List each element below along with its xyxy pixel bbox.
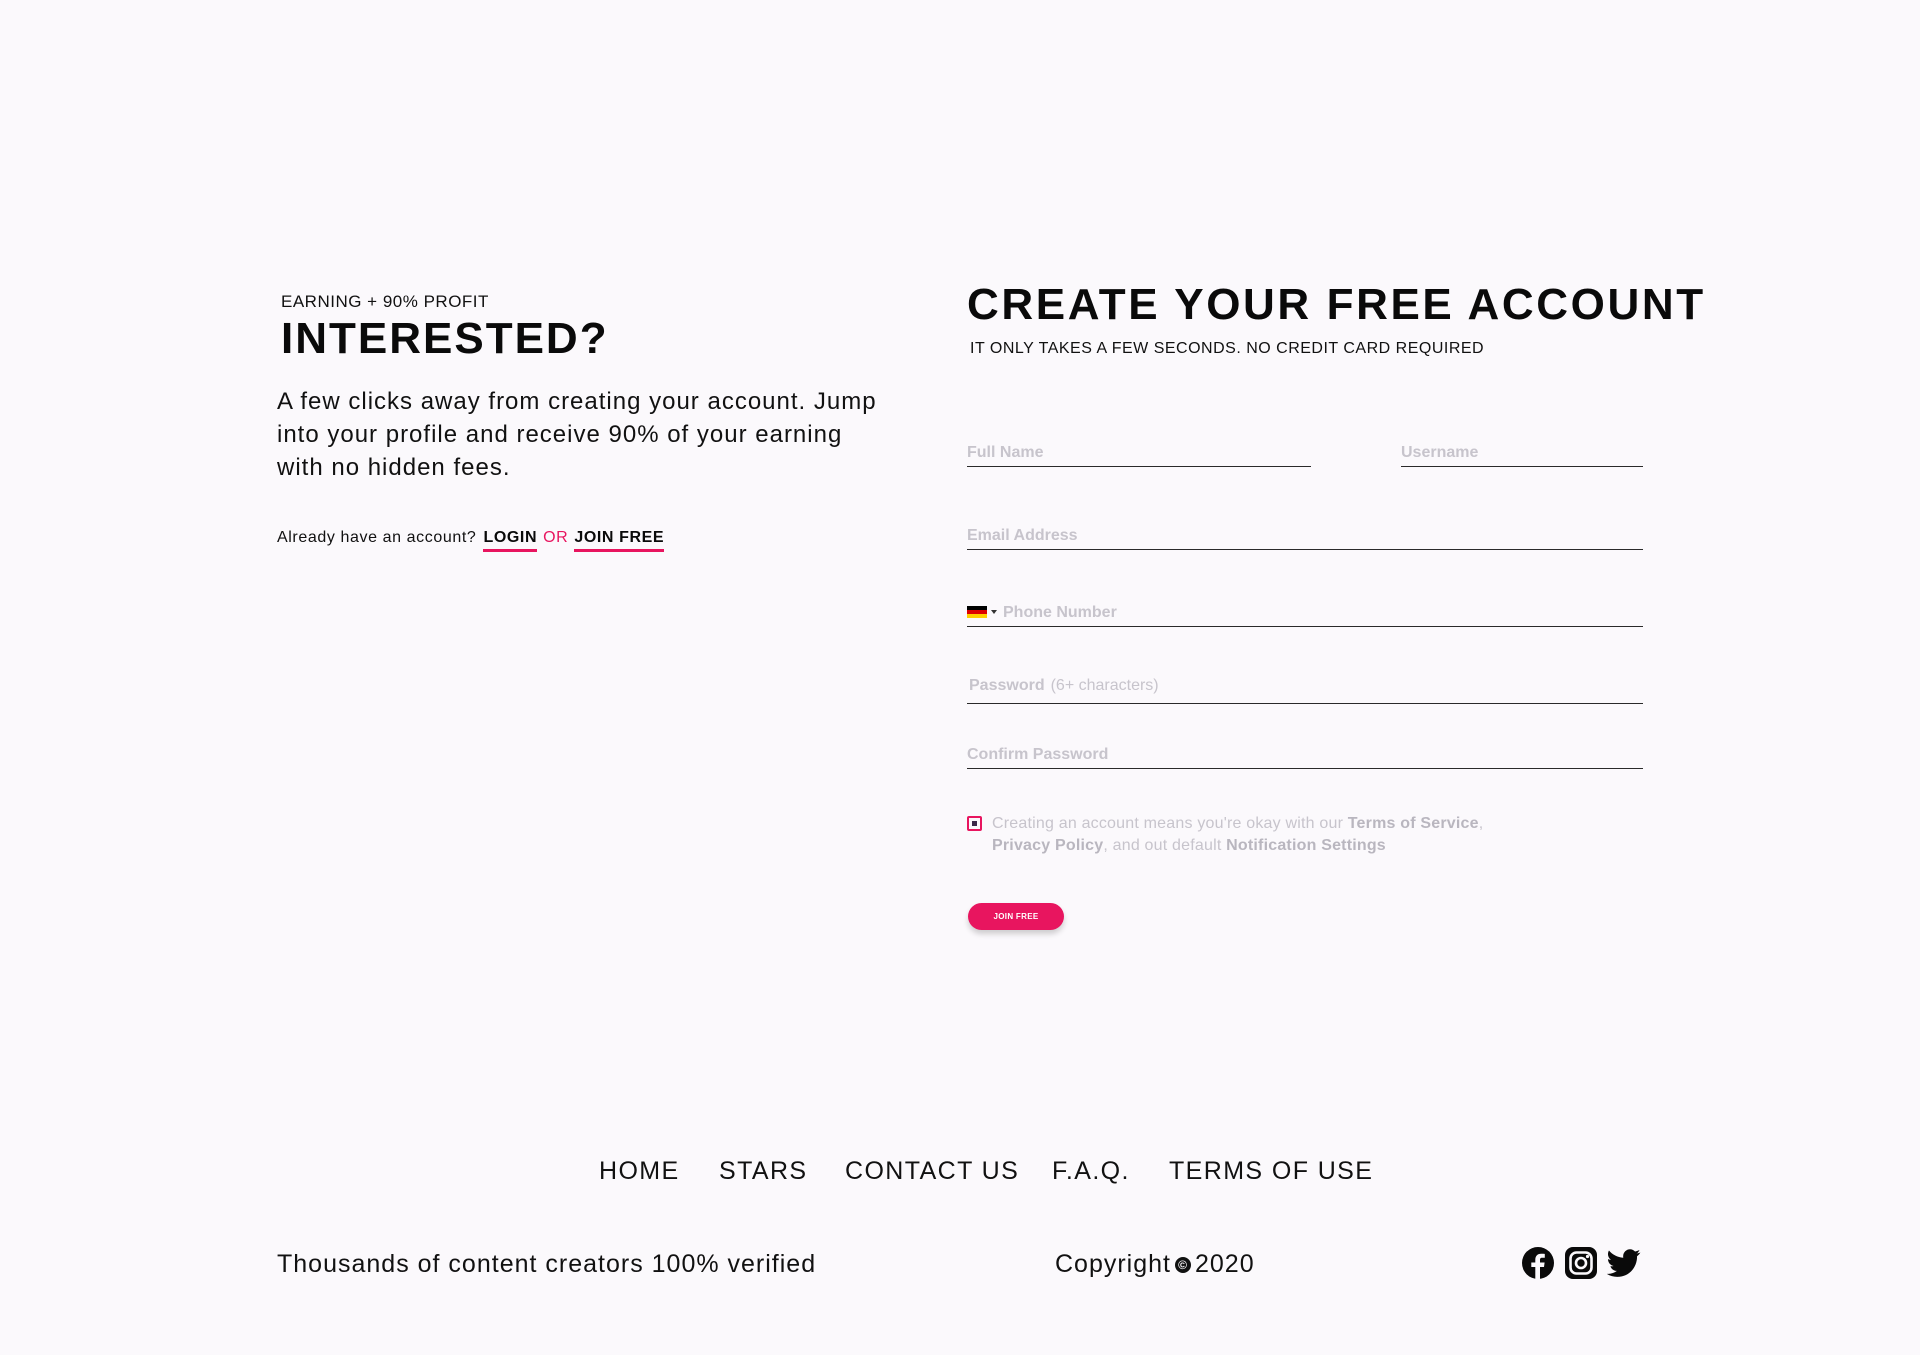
terms-of-service-link[interactable]: Terms of Service	[1348, 815, 1479, 832]
instagram-icon[interactable]	[1564, 1246, 1598, 1280]
footer-nav: HOME STARS CONTACT US F.A.Q. TERMS OF US…	[0, 1157, 1920, 1187]
terms-comma: ,	[1478, 815, 1484, 832]
password-input[interactable]	[967, 681, 1643, 699]
username-field	[1401, 436, 1643, 467]
form-subtitle: IT ONLY TAKES A FEW SECONDS. NO CREDIT C…	[970, 340, 1485, 357]
terms-row: Creating an account means you're okay wi…	[967, 813, 1587, 857]
account-prompt-row: Already have an account? LOGIN OR JOIN FRE…	[277, 529, 666, 552]
terms-middle: , and out default	[1103, 837, 1222, 854]
email-field	[967, 519, 1643, 550]
copyright: Copyright © 2020	[1055, 1250, 1255, 1279]
footer-nav-home[interactable]: HOME	[599, 1157, 680, 1186]
account-prompt-text: Already have an account?	[277, 529, 477, 546]
form-title: CREATE YOUR FREE ACCOUNT	[967, 280, 1706, 329]
username-input[interactable]	[1401, 444, 1643, 462]
social-links	[1521, 1246, 1641, 1280]
copyright-year: 2020	[1195, 1250, 1255, 1278]
copyright-icon: ©	[1175, 1256, 1191, 1273]
footer-tagline: Thousands of content creators 100% verif…	[277, 1250, 817, 1278]
join-free-link[interactable]: JOIN FREE	[574, 529, 665, 552]
footer-nav-contact-us[interactable]: CONTACT US	[845, 1157, 1019, 1186]
confirm-password-field	[967, 738, 1643, 769]
terms-checkbox[interactable]	[967, 816, 982, 831]
footer-nav-faq[interactable]: F.A.Q.	[1052, 1157, 1130, 1186]
phone-field	[967, 596, 1643, 627]
footer-nav-stars[interactable]: STARS	[719, 1157, 808, 1186]
country-code-select[interactable]	[967, 606, 997, 618]
copyright-label: Copyright	[1055, 1250, 1171, 1278]
terms-prefix: Creating an account means you're okay wi…	[992, 815, 1344, 832]
email-input[interactable]	[967, 527, 1643, 545]
full-name-field	[967, 436, 1311, 467]
facebook-icon[interactable]	[1521, 1246, 1555, 1280]
password-field: Password (6+ characters)	[967, 673, 1643, 704]
terms-text: Creating an account means you're okay wi…	[992, 813, 1483, 857]
login-link[interactable]: LOGIN	[483, 529, 538, 552]
intro-title: INTERESTED?	[281, 314, 609, 363]
confirm-password-input[interactable]	[967, 746, 1643, 764]
notification-settings-link[interactable]: Notification Settings	[1226, 837, 1386, 854]
join-free-button[interactable]: JOIN FREE	[968, 903, 1064, 930]
full-name-input[interactable]	[967, 444, 1311, 462]
intro-description: A few clicks away from creating your acc…	[277, 388, 877, 481]
privacy-policy-link[interactable]: Privacy Policy	[992, 837, 1103, 854]
phone-input[interactable]	[1003, 604, 1639, 622]
twitter-icon[interactable]	[1607, 1246, 1641, 1280]
germany-flag-icon	[967, 606, 987, 618]
signup-page: EARNING + 90% PROFIT INTERESTED? A few c…	[0, 0, 1920, 1355]
or-separator: OR	[543, 529, 569, 546]
intro-eyebrow: EARNING + 90% PROFIT	[281, 292, 489, 311]
footer-nav-terms-of-use[interactable]: TERMS OF USE	[1169, 1157, 1373, 1186]
chevron-down-icon	[991, 610, 997, 614]
